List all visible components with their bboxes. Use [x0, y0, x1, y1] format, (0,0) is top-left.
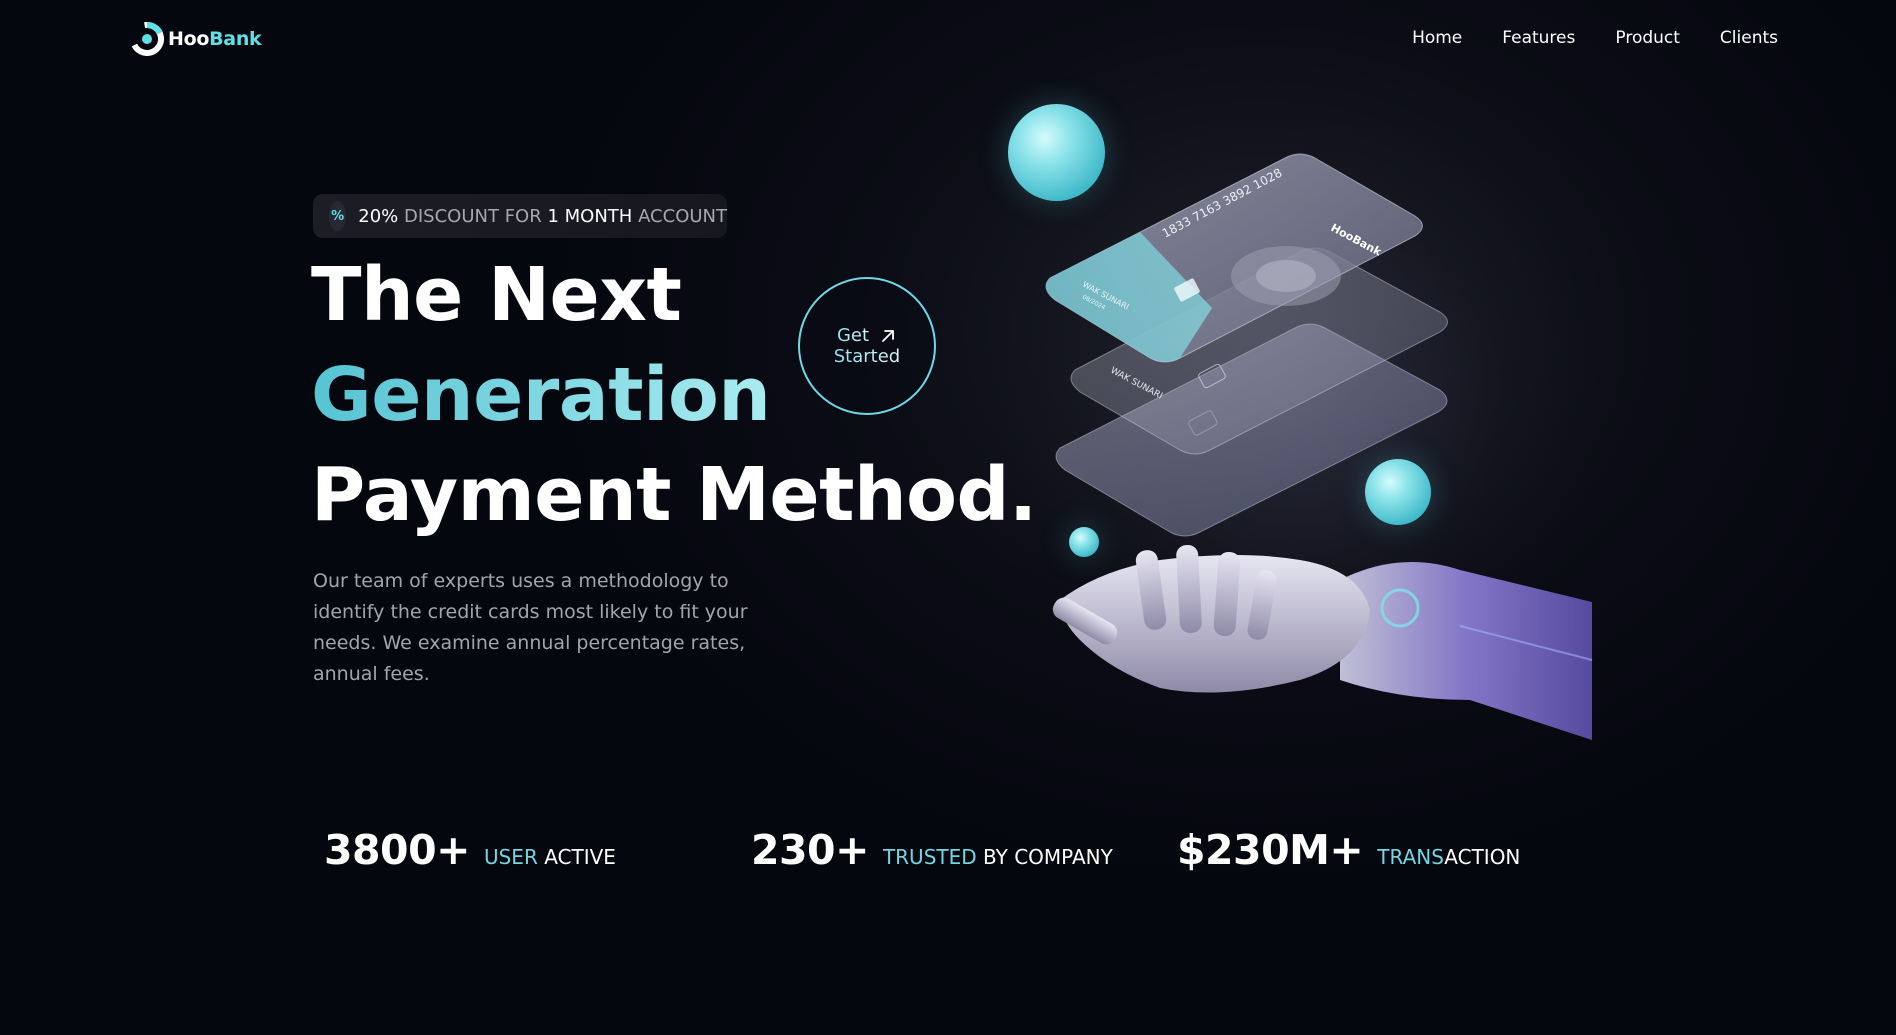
discount-badge-text: 20% DISCOUNT FOR 1 MONTH ACCOUNT	[358, 206, 727, 227]
stat-companies: 230+ TRUSTED BY COMPANY	[751, 826, 1113, 874]
logo-text-part1: Hoo	[168, 28, 210, 50]
stat-companies-value: 230+	[751, 826, 869, 874]
main-nav: Home Features Product Clients	[1412, 28, 1778, 48]
stat-companies-label-rest: BY COMPANY	[983, 845, 1113, 869]
discount-badge: % 20% DISCOUNT FOR 1 MONTH ACCOUNT	[313, 194, 727, 238]
stat-transactions: $230M+ TRANSACTION	[1177, 826, 1520, 874]
hero-title-line2: Generation	[311, 352, 771, 438]
hero-description: Our team of experts uses a methodology t…	[313, 570, 748, 685]
get-started-line2: Started	[833, 346, 901, 367]
stat-companies-label: TRUSTED BY COMPANY	[883, 845, 1113, 869]
discount-duration: 1 MONTH	[547, 205, 633, 227]
discount-icon: %	[329, 201, 347, 231]
stat-transactions-value: $230M+	[1177, 826, 1364, 874]
discount-percent: 20%	[358, 205, 399, 227]
stat-users: 3800+ USER ACTIVE	[324, 826, 616, 874]
hero-title-line1: The Next	[311, 252, 682, 338]
arrow-up-right-icon	[882, 329, 894, 342]
logo-text-part2: Bank	[209, 28, 262, 50]
stat-companies-label-accent: TRUSTED	[882, 845, 977, 869]
logo-text: HooBank	[168, 28, 262, 50]
logo-icon	[130, 22, 164, 56]
hero-title-line3: Payment Method.	[311, 452, 1037, 538]
nav-item-clients[interactable]: Clients	[1720, 28, 1778, 48]
landing-page: HooBank Home Features Product Clients % …	[0, 0, 1896, 1035]
stat-users-value: 3800+	[324, 826, 470, 874]
hero-illustration: WAK SUNARI 1833 7163 3892 1028 HooBank W…	[1045, 153, 1593, 740]
nav-item-features[interactable]: Features	[1502, 28, 1575, 48]
logo[interactable]: HooBank	[130, 22, 262, 56]
stat-users-label-rest: ACTIVE	[544, 845, 616, 869]
nav-item-product[interactable]: Product	[1615, 28, 1680, 48]
stat-transactions-label: TRANSACTION	[1377, 845, 1520, 869]
nav-item-home[interactable]: Home	[1412, 28, 1462, 48]
stat-transactions-label-rest: ACTION	[1444, 845, 1521, 869]
get-started-button[interactable]: Get Started	[798, 277, 936, 415]
get-started-line1: Get	[836, 325, 870, 346]
stat-users-label: USER ACTIVE	[484, 845, 616, 869]
robot-hand	[1052, 544, 1593, 740]
discount-text1: DISCOUNT FOR	[404, 205, 542, 227]
stat-transactions-label-accent: TRANS	[1377, 845, 1445, 869]
stat-users-label-accent: USER	[483, 845, 538, 869]
discount-text2: ACCOUNT	[638, 205, 727, 227]
